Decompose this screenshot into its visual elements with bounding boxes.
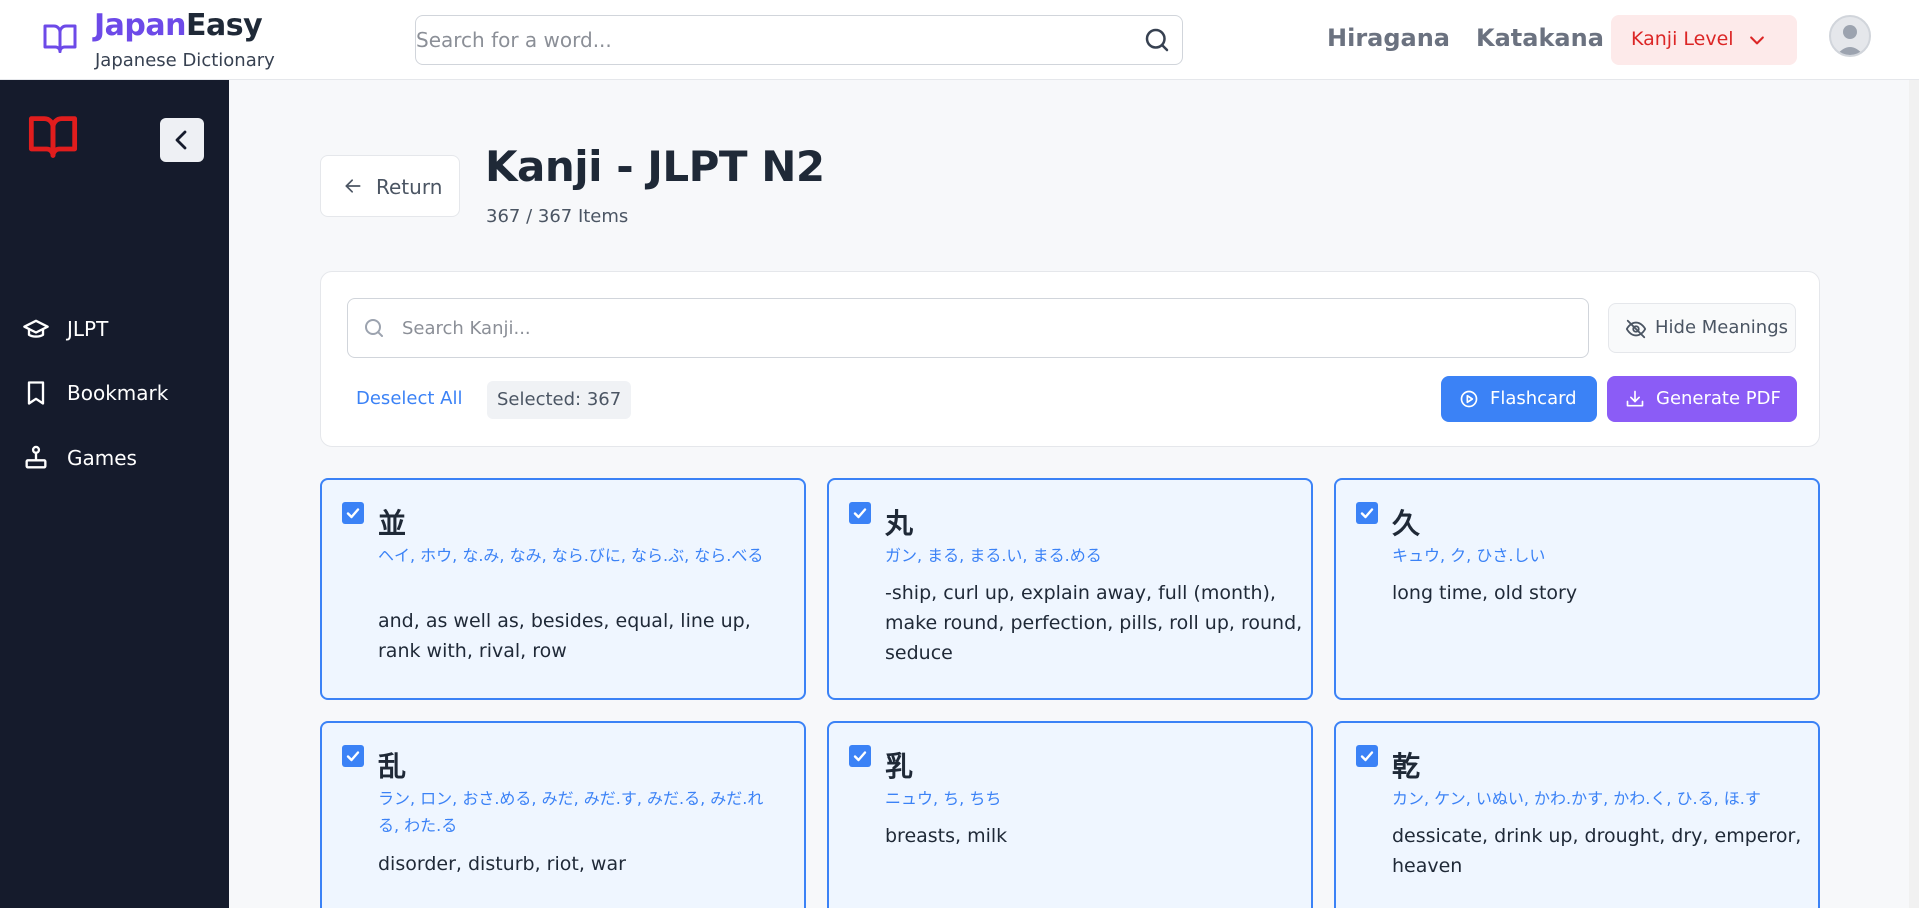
sidebar-item-label: Games xyxy=(67,446,137,470)
sidebar-item-jlpt[interactable]: JLPT xyxy=(22,308,212,348)
hide-meanings-label: Hide Meanings xyxy=(1655,317,1789,338)
kanji-character: 乱 xyxy=(378,750,407,783)
brand-part-1: Japan xyxy=(94,8,186,43)
search-icon[interactable] xyxy=(1142,25,1172,55)
return-label: Return xyxy=(376,175,443,199)
kanji-character: 久 xyxy=(1392,507,1421,540)
chevron-left-icon xyxy=(175,130,187,150)
hide-meanings-button[interactable]: Hide Meanings xyxy=(1608,303,1796,353)
deselect-all-link[interactable]: Deselect All xyxy=(356,388,462,409)
kanji-card[interactable]: 乳 ニュウ, ち, ちち breasts, milk xyxy=(827,721,1313,908)
card-checkbox[interactable] xyxy=(1356,745,1378,767)
word-search-box xyxy=(415,15,1183,65)
flashcard-label: Flashcard xyxy=(1490,388,1577,409)
nav-hiragana[interactable]: Hiragana xyxy=(1327,24,1450,52)
kanji-card[interactable]: 久 キュウ, ク, ひさ.しい long time, old story xyxy=(1334,478,1820,700)
sidebar-item-label: Bookmark xyxy=(67,381,169,405)
kanji-character: 乳 xyxy=(885,750,914,783)
kanji-level-dropdown[interactable]: Kanji Level xyxy=(1611,15,1797,65)
user-icon xyxy=(1836,25,1864,55)
page-title: Kanji - JLPT N2 xyxy=(485,142,825,191)
kanji-search-input[interactable] xyxy=(402,299,1572,357)
card-checkbox[interactable] xyxy=(1356,502,1378,524)
kanji-meaning: -ship, curl up, explain away, full (mont… xyxy=(885,582,1303,664)
kanji-meaning: and, as well as, besides, equal, line up… xyxy=(378,610,751,662)
generate-pdf-button[interactable]: Generate PDF xyxy=(1607,376,1797,422)
checkmark-icon xyxy=(853,751,867,762)
download-icon xyxy=(1626,390,1644,407)
card-checkbox[interactable] xyxy=(342,502,364,524)
kanji-card[interactable]: 並 ヘイ, ホウ, な.み, なみ, なら.びに, なら.ぶ, なら.べる an… xyxy=(320,478,806,700)
kanji-card[interactable]: 乱 ラン, ロン, おさ.める, みだ, みだ.す, みだ.る, みだ.れる, … xyxy=(320,721,806,908)
nav-katakana[interactable]: Katakana xyxy=(1476,24,1604,52)
checkmark-icon xyxy=(853,508,867,519)
eye-off-icon xyxy=(1625,319,1647,339)
collapse-sidebar-button[interactable] xyxy=(160,118,204,162)
checkmark-icon xyxy=(1360,508,1374,519)
word-search-input[interactable] xyxy=(416,16,1116,64)
kanji-character: 並 xyxy=(378,507,407,540)
kanji-reading: カン, ケン, いぬい, かわ.かす, かわ.く, ひ.る, ほ.す xyxy=(1392,789,1761,808)
kanji-meaning: dessicate, drink up, drought, dry, emper… xyxy=(1392,825,1802,877)
kanji-reading: ニュウ, ち, ちち xyxy=(885,789,1002,808)
kanji-search-box xyxy=(347,298,1589,358)
sidebar-item-games[interactable]: Games xyxy=(22,437,212,477)
sidebar: JLPT Bookmark Games xyxy=(0,80,229,908)
item-count: 367 / 367 Items xyxy=(486,206,629,227)
user-avatar[interactable] xyxy=(1829,15,1871,57)
generate-pdf-label: Generate PDF xyxy=(1656,388,1781,409)
kanji-meaning: disorder, disturb, riot, war xyxy=(378,853,626,875)
brand-name[interactable]: JapanEasy xyxy=(94,8,263,43)
card-checkbox[interactable] xyxy=(342,745,364,767)
kanji-card[interactable]: 丸 ガン, まる, まる.い, まる.める -ship, curl up, ex… xyxy=(827,478,1313,700)
return-button[interactable]: Return xyxy=(320,155,460,217)
kanji-reading: ガン, まる, まる.い, まる.める xyxy=(885,546,1102,565)
kanji-card[interactable]: 乾 カン, ケン, いぬい, かわ.かす, かわ.く, ひ.る, ほ.す des… xyxy=(1334,721,1820,908)
kanji-meaning: breasts, milk xyxy=(885,825,1008,847)
card-checkbox[interactable] xyxy=(849,502,871,524)
sidebar-item-label: JLPT xyxy=(67,317,109,341)
chevron-down-icon xyxy=(1750,36,1764,45)
kanji-character: 丸 xyxy=(885,507,914,540)
kanji-reading: ラン, ロン, おさ.める, みだ, みだ.す, みだ.る, みだ.れる, わた… xyxy=(378,789,764,835)
checkmark-icon xyxy=(346,508,360,519)
checkmark-icon xyxy=(346,751,360,762)
sidebar-item-bookmark[interactable]: Bookmark xyxy=(22,372,212,412)
kanji-reading: キュウ, ク, ひさ.しい xyxy=(1392,546,1546,565)
top-header: JapanEasy Japanese Dictionary Hiragana K… xyxy=(0,0,1919,80)
controls-panel: Hide Meanings Deselect All Selected: 367… xyxy=(320,271,1820,447)
kanji-character: 乾 xyxy=(1392,750,1421,783)
kanji-level-label: Kanji Level xyxy=(1631,28,1734,50)
card-checkbox[interactable] xyxy=(849,745,871,767)
search-icon xyxy=(365,319,383,337)
book-logo-icon[interactable] xyxy=(25,110,81,162)
brand-subtitle: Japanese Dictionary xyxy=(95,50,275,71)
flashcard-button[interactable]: Flashcard xyxy=(1441,376,1597,422)
graduation-cap-icon xyxy=(23,319,49,338)
kanji-reading: ヘイ, ホウ, な.み, なみ, なら.びに, なら.ぶ, なら.べる xyxy=(378,546,764,565)
kanji-meaning: long time, old story xyxy=(1392,582,1578,604)
brand-part-2: Easy xyxy=(185,8,263,43)
joystick-icon xyxy=(25,445,47,469)
selected-count-badge: Selected: 367 xyxy=(487,381,632,419)
play-circle-icon xyxy=(1460,390,1478,408)
open-book-icon[interactable] xyxy=(40,20,80,56)
page-scrollbar[interactable] xyxy=(1909,80,1919,908)
bookmark-icon xyxy=(27,381,45,405)
checkmark-icon xyxy=(1360,751,1374,762)
arrow-left-icon xyxy=(345,179,361,193)
